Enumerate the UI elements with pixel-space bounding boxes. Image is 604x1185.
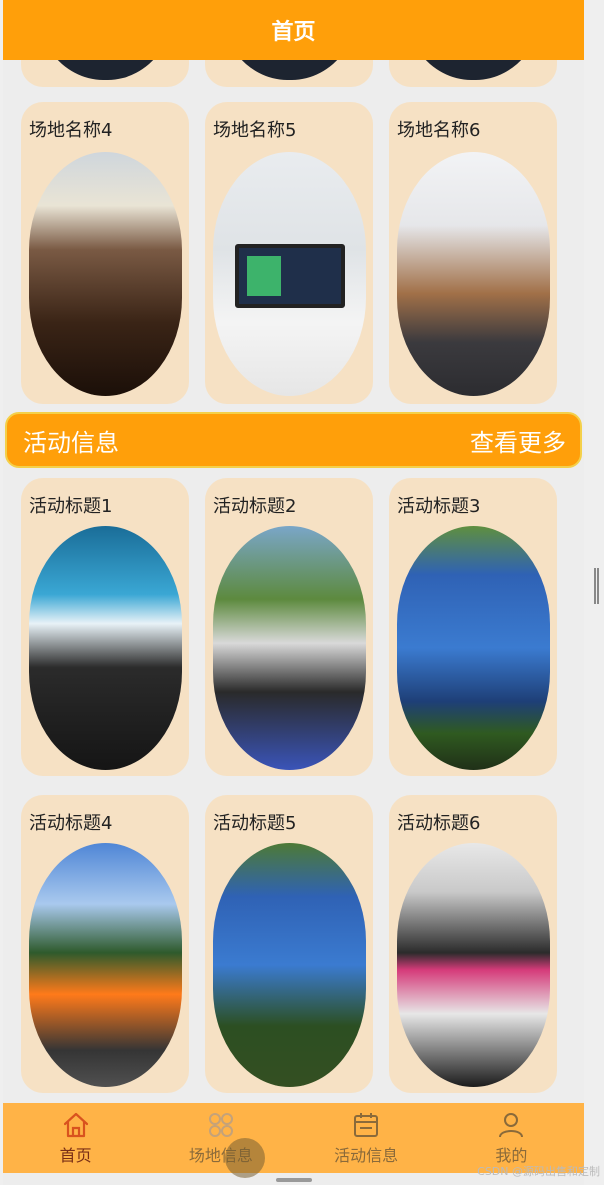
view-more-link[interactable]: 查看更多	[470, 423, 566, 458]
activity-title: 活动标题3	[397, 496, 481, 517]
activity-card[interactable]: 活动标题3	[389, 478, 557, 776]
calendar-icon	[354, 1113, 379, 1137]
tab-label: 活动信息	[334, 1146, 399, 1165]
activity-image	[29, 526, 182, 770]
top-header: 首页	[3, 0, 584, 60]
app-screen: 首页 场地名称4 场地名称5 场地名称6 活动信息 查看更多 活动标题1 活动标…	[3, 0, 584, 1185]
activity-image	[397, 843, 550, 1087]
venue-card[interactable]: 场地名称5	[205, 102, 373, 404]
activity-title: 活动标题2	[213, 496, 297, 517]
section-title: 活动信息	[23, 428, 119, 457]
page-title: 首页	[271, 20, 316, 45]
home-icon	[63, 1112, 88, 1138]
activity-card[interactable]: 活动标题6	[389, 795, 557, 1093]
activity-title: 活动标题4	[29, 813, 113, 834]
venue-card[interactable]: 场地名称4	[21, 102, 189, 404]
activity-card[interactable]: 活动标题1	[21, 478, 189, 776]
activity-image	[213, 526, 366, 770]
watermark-text: CSDN @源码出售和定制	[477, 1165, 600, 1178]
activity-title: 活动标题5	[213, 813, 297, 834]
scrollbar-handle[interactable]	[594, 568, 599, 604]
activity-card[interactable]: 活动标题4	[21, 795, 189, 1093]
venue-title: 场地名称4	[29, 120, 113, 141]
venue-image	[397, 152, 550, 396]
activity-title: 活动标题1	[29, 496, 113, 517]
venue-card[interactable]: 场地名称6	[389, 102, 557, 404]
activity-card[interactable]: 活动标题5	[205, 795, 373, 1093]
tab-venues[interactable]: 场地信息	[148, 1103, 293, 1173]
tab-home[interactable]: 首页	[3, 1103, 148, 1173]
tab-activities[interactable]: 活动信息	[294, 1103, 439, 1173]
tab-label: 首页	[59, 1146, 92, 1165]
user-icon	[499, 1113, 524, 1138]
display-screen-image	[235, 244, 345, 308]
venue-image	[29, 152, 182, 396]
activity-image	[29, 843, 182, 1087]
activity-image	[213, 843, 366, 1087]
activities-section-header: 活动信息 查看更多	[5, 412, 582, 468]
touch-indicator	[225, 1138, 265, 1178]
activity-image	[397, 526, 550, 770]
venue-title: 场地名称6	[397, 120, 481, 141]
activity-card[interactable]: 活动标题2	[205, 478, 373, 776]
venue-image	[213, 152, 366, 396]
venue-title: 场地名称5	[213, 120, 297, 141]
activity-title: 活动标题6	[397, 813, 481, 834]
home-indicator	[276, 1178, 312, 1182]
grid-icon	[208, 1113, 233, 1137]
